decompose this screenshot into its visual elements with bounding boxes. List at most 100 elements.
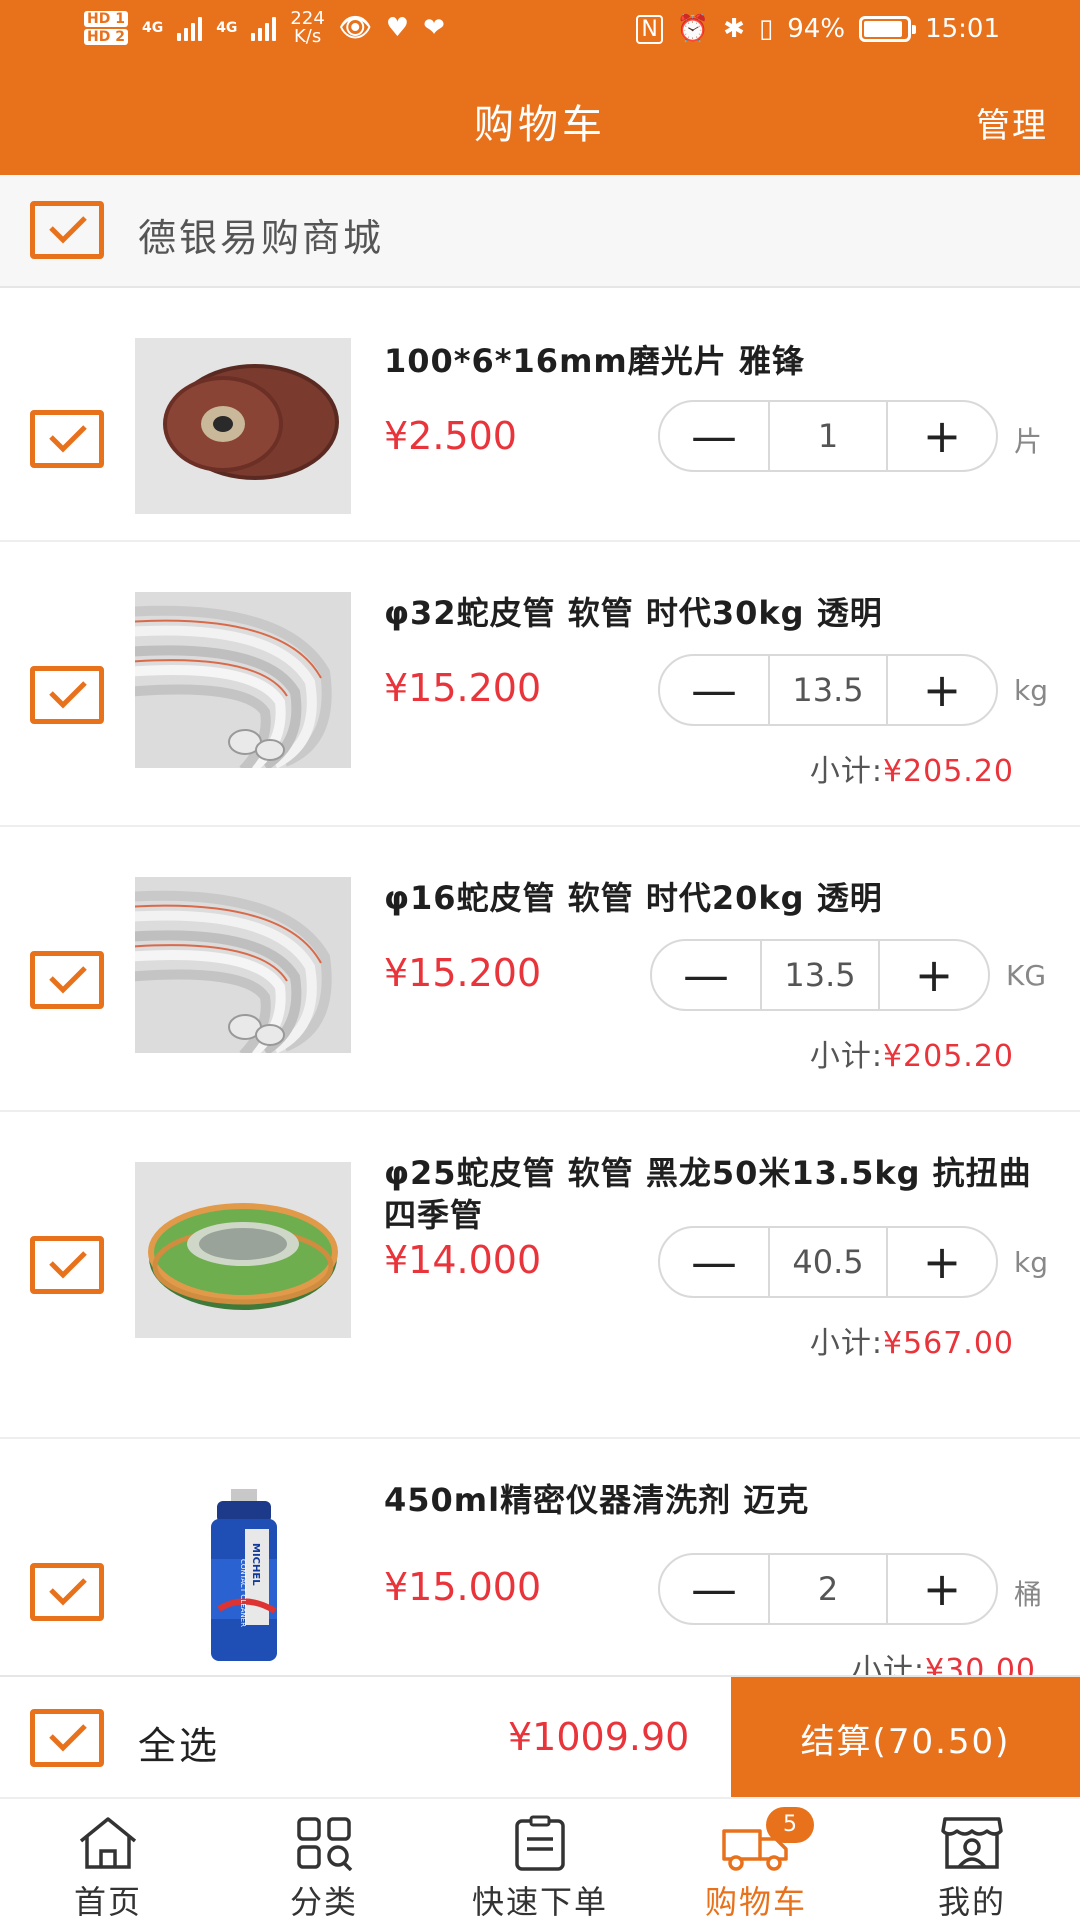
quantity-input[interactable]: 1 (768, 402, 888, 470)
cart-item: 100*6*16mm磨光片 雅锋 ¥2.500 — 1 + 片 (0, 290, 1080, 542)
quantity-stepper: — 40.5 + (658, 1226, 998, 1298)
product-price: ¥15.000 (384, 1565, 542, 1609)
unit-label: kg (1014, 674, 1048, 707)
tab-category[interactable]: 分类 (216, 1799, 432, 1920)
checkmark-icon (49, 1251, 87, 1279)
quantity-input[interactable]: 40.5 (768, 1228, 888, 1296)
store-row: 德银易购商城 (0, 175, 1080, 288)
checkout-bar: 全选 ¥1009.90 结算(70.50) (0, 1675, 1080, 1799)
clock: 15:01 (925, 14, 1000, 44)
product-name[interactable]: φ32蛇皮管 软管 时代30kg 透明 (384, 592, 1044, 634)
eye-icon: 👁 (338, 13, 372, 43)
checkout-button[interactable]: 结算(70.50) (731, 1677, 1080, 1799)
quantity-stepper: — 2 + (658, 1553, 998, 1625)
item-checkbox[interactable] (30, 1236, 104, 1294)
page-title: 购物车 (474, 102, 606, 148)
network-type-2: 4G (216, 20, 238, 36)
status-right: N ⏰ ✱ ▯ 94% 15:01 (636, 14, 1000, 44)
net-speed: 224 K/s (290, 10, 324, 46)
vibrate-icon: ▯ (758, 14, 774, 44)
checkmark-icon (49, 216, 87, 244)
select-all-label[interactable]: 全选 (138, 1715, 220, 1770)
unit-label: kg (1014, 1246, 1048, 1279)
item-checkbox[interactable] (30, 410, 104, 468)
total-price: ¥1009.90 (508, 1715, 690, 1759)
tab-label: 首页 (73, 1883, 142, 1920)
product-name[interactable]: φ25蛇皮管 软管 黑龙50米13.5kg 抗扭曲四季管 (384, 1152, 1044, 1236)
clear-hose-icon (135, 592, 351, 768)
cart-item: φ32蛇皮管 软管 时代30kg 透明 ¥15.200 — 13.5 + kg … (0, 542, 1080, 827)
health-app-icon: ❤ (423, 13, 445, 43)
subtotal: 小计:¥205.20 (810, 1031, 1014, 1075)
tab-label: 我的 (937, 1883, 1006, 1920)
increase-button[interactable]: + (888, 402, 996, 470)
product-image[interactable] (135, 1162, 351, 1338)
tab-label: 购物车 (704, 1883, 807, 1920)
product-price: ¥15.200 (384, 666, 542, 710)
store-checkbox[interactable] (30, 201, 104, 259)
increase-button[interactable]: + (880, 941, 988, 1009)
tab-cart[interactable]: 5 购物车 (648, 1799, 864, 1920)
quantity-stepper: — 13.5 + (658, 654, 998, 726)
product-image[interactable] (135, 877, 351, 1053)
quantity-input[interactable]: 13.5 (768, 656, 888, 724)
subtotal-label: 小计: (809, 1039, 883, 1074)
cart-item: MICHEL CONTACT CLEANER 450ml精密仪器清洗剂 迈克 ¥… (0, 1439, 1080, 1688)
subtotal-amount: ¥205.20 (882, 754, 1014, 789)
increase-button[interactable]: + (888, 1555, 996, 1623)
net-speed-unit: K/s (293, 26, 322, 47)
status-left: HD 1 HD 2 4G 4G 224 K/s 👁 ♥ ❤ (84, 10, 445, 46)
alarm-icon: ⏰ (676, 14, 710, 44)
increase-button[interactable]: + (888, 656, 996, 724)
checkmark-icon (49, 425, 87, 453)
select-all-checkbox[interactable] (30, 1709, 104, 1767)
hd-indicator: HD 1 HD 2 (84, 11, 128, 45)
battery-icon (859, 16, 917, 42)
network-type-1: 4G (141, 20, 164, 36)
cart-item: φ25蛇皮管 软管 黑龙50米13.5kg 抗扭曲四季管 ¥14.000 — 4… (0, 1112, 1080, 1439)
bluetooth-icon: ✱ (723, 14, 745, 44)
decrease-button[interactable]: — (660, 1555, 768, 1623)
checkmark-icon (49, 1578, 87, 1606)
product-price: ¥14.000 (384, 1238, 542, 1282)
checkmark-icon (49, 966, 87, 994)
cart-count-badge: 5 (766, 1807, 814, 1843)
product-name[interactable]: 100*6*16mm磨光片 雅锋 (384, 340, 1044, 382)
product-image[interactable]: MICHEL CONTACT CLEANER (135, 1489, 351, 1665)
product-image[interactable] (135, 338, 351, 514)
increase-button[interactable]: + (888, 1228, 996, 1296)
subtotal-label: 小计: (809, 754, 883, 789)
home-icon (79, 1817, 137, 1869)
quantity-input[interactable]: 13.5 (760, 941, 880, 1009)
product-brand: MICHEL (250, 1543, 261, 1586)
decrease-button[interactable]: — (660, 656, 768, 724)
unit-label: 桶 (1014, 1578, 1043, 1611)
clear-hose-icon (135, 877, 351, 1053)
item-checkbox[interactable] (30, 951, 104, 1009)
decrease-button[interactable]: — (660, 402, 768, 470)
category-icon (297, 1817, 353, 1871)
product-image[interactable] (135, 592, 351, 768)
subtotal-amount: ¥205.20 (882, 1039, 1014, 1074)
top-bar: HD 1 HD 2 4G 4G 224 K/s 👁 ♥ ❤ N ⏰ ✱ ▯ 94%… (0, 0, 1080, 175)
tab-profile[interactable]: 我的 (864, 1799, 1080, 1920)
product-name[interactable]: 450ml精密仪器清洗剂 迈克 (384, 1479, 1044, 1521)
quantity-stepper: — 13.5 + (650, 939, 990, 1011)
manage-button[interactable]: 管理 (976, 98, 1048, 147)
decrease-button[interactable]: — (660, 1228, 768, 1296)
green-hose-coil-icon (135, 1162, 351, 1338)
product-name[interactable]: φ16蛇皮管 软管 时代20kg 透明 (384, 877, 1044, 919)
decrease-button[interactable]: — (652, 941, 760, 1009)
subtotal-label: 小计: (809, 1326, 883, 1361)
grinding-disc-icon (135, 338, 351, 514)
item-checkbox[interactable] (30, 666, 104, 724)
tab-quick-order[interactable]: 快速下单 (432, 1799, 648, 1920)
item-checkbox[interactable] (30, 1563, 104, 1621)
quick-order-icon (515, 1815, 565, 1871)
quantity-input[interactable]: 2 (768, 1555, 888, 1623)
signal-icon (177, 15, 203, 41)
checkmark-icon (49, 1724, 87, 1752)
tab-home[interactable]: 首页 (0, 1799, 216, 1920)
profile-store-icon (941, 1817, 1003, 1869)
unit-label: KG (1006, 959, 1047, 992)
